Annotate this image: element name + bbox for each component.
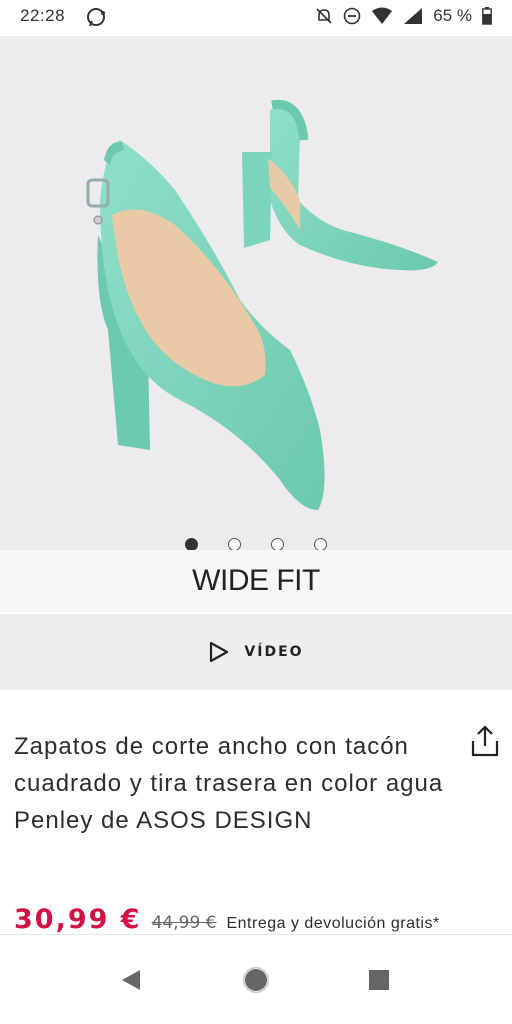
back-shoe bbox=[242, 99, 438, 271]
mute-icon bbox=[316, 8, 332, 24]
status-time: 22:28 bbox=[20, 6, 66, 25]
product-image[interactable] bbox=[0, 36, 512, 550]
back-icon[interactable] bbox=[118, 967, 144, 993]
status-icons: 65 % bbox=[315, 6, 492, 26]
wifi-icon bbox=[372, 7, 393, 24]
share-icon[interactable] bbox=[470, 724, 500, 758]
video-label: VÍDEO bbox=[244, 644, 304, 660]
signal-icon bbox=[404, 8, 423, 24]
wide-fit-label: WIDE FIT bbox=[192, 564, 320, 597]
recents-icon[interactable] bbox=[366, 967, 392, 993]
delivery-info: Entrega y devolución gratis* bbox=[226, 915, 440, 932]
video-button[interactable]: VÍDEO bbox=[0, 614, 512, 690]
battery-level: 65 % bbox=[433, 6, 472, 25]
product-title: Zapatos de corte ancho con tacón cuadrad… bbox=[14, 733, 444, 834]
status-bar: 22:28 65 % bbox=[0, 0, 512, 36]
shoes-illustration bbox=[86, 99, 438, 510]
wide-fit-banner: WIDE FIT bbox=[0, 550, 512, 612]
current-price: 30,99 € bbox=[14, 904, 142, 935]
home-icon[interactable] bbox=[243, 967, 269, 993]
original-price: 44,99 € bbox=[151, 913, 217, 933]
whatsapp-icon bbox=[87, 8, 105, 27]
battery-icon bbox=[482, 7, 492, 25]
price-row: 30,99 € 44,99 € Entrega y devolución gra… bbox=[14, 904, 440, 935]
system-nav-bar bbox=[0, 935, 512, 1024]
play-icon bbox=[210, 641, 229, 663]
dnd-icon bbox=[343, 7, 361, 25]
